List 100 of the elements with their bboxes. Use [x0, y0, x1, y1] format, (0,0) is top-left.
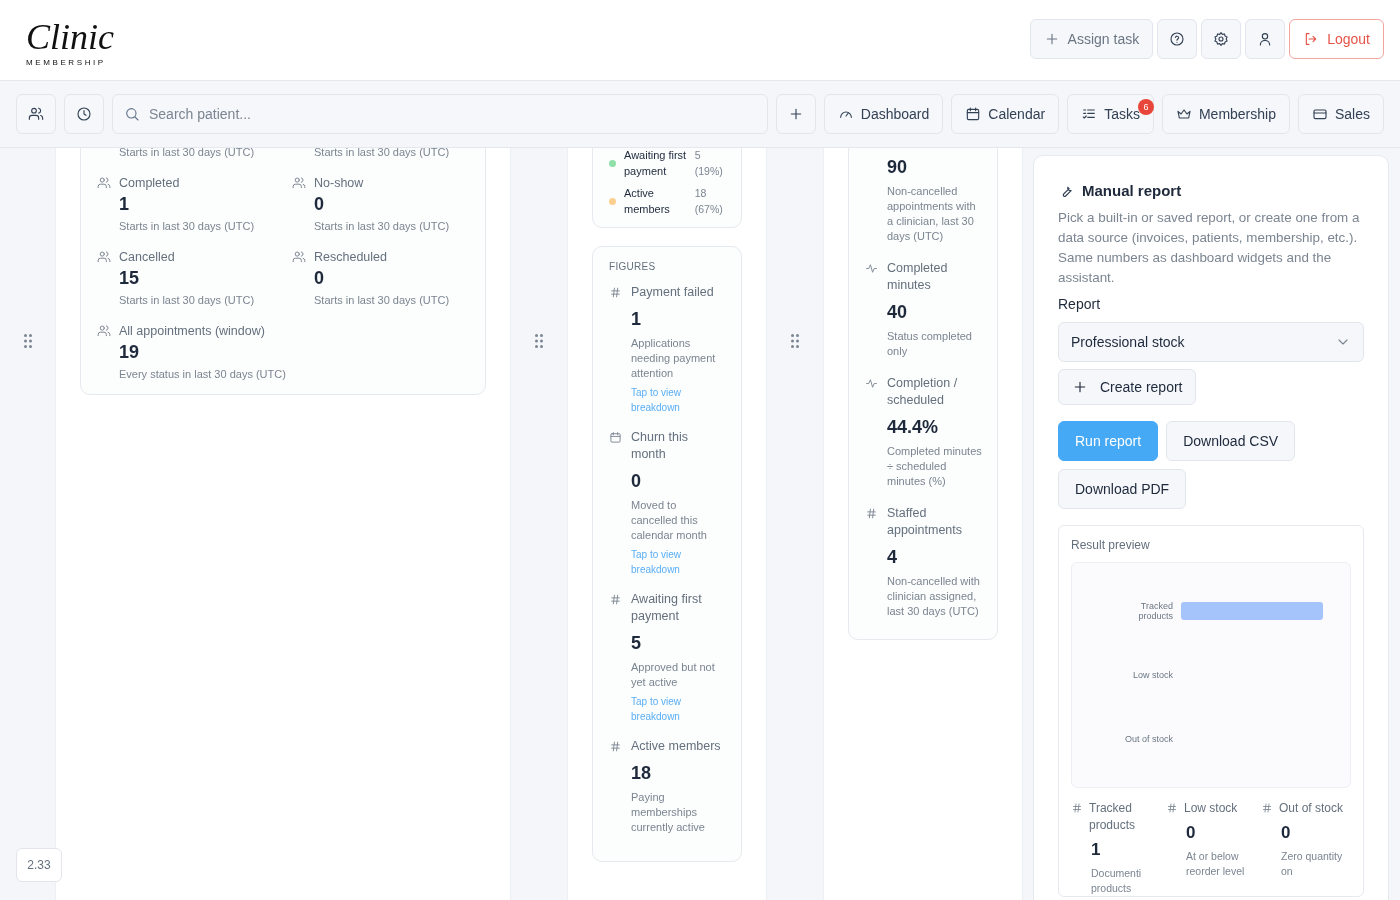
calendar-icon: [965, 106, 982, 122]
metric-note: Moved to cancelled this calendar month: [631, 498, 708, 543]
drag-handle-icon[interactable]: [791, 334, 799, 348]
metric-label: Completed: [119, 176, 180, 190]
metric-value: 1: [631, 309, 641, 330]
section-heading: FIGURES: [609, 261, 657, 272]
metric-value: 0: [314, 268, 325, 289]
metric-value: 18: [631, 763, 652, 784]
metric-note: Starts in last 30 days (UTC): [314, 293, 451, 308]
hash-icon: [609, 740, 622, 753]
metric-label: Churn this month: [631, 429, 689, 463]
metric-label: Cancelled: [119, 250, 175, 264]
drag-handle-icon[interactable]: [535, 334, 543, 348]
logo-tagline: MEMBERSHIP: [26, 57, 106, 67]
category-label: Out of stock: [1124, 734, 1173, 744]
people-icon: [97, 176, 111, 190]
metric-value: 15: [119, 268, 141, 289]
nav-tab[interactable]: Calendar: [951, 94, 1060, 134]
hash-icon: [1071, 802, 1083, 814]
stat-label: Low stock: [1184, 800, 1238, 817]
metric-label: Completion / scheduled: [887, 375, 959, 409]
create-report-button[interactable]: Create report: [1058, 369, 1197, 405]
search-field[interactable]: Search patient...: [112, 94, 768, 134]
metric-value: 1: [119, 194, 130, 215]
metric-note: Applications needing payment attention: [631, 336, 717, 381]
metric-label: Staffed appointments: [887, 505, 964, 539]
version-badge: 2.33: [16, 848, 62, 882]
hash-icon: [1261, 802, 1273, 814]
calendar-icon: [609, 431, 622, 444]
card-icon: [1311, 106, 1328, 122]
metric-label: Awaiting first payment: [631, 591, 703, 625]
metric-value: 4: [887, 547, 897, 568]
people-icon: [292, 176, 306, 190]
user-button[interactable]: [1245, 19, 1286, 59]
nav-tab[interactable]: Membership: [1161, 94, 1290, 134]
help-button[interactable]: [1157, 19, 1198, 59]
logout-button[interactable]: Logout: [1289, 19, 1384, 59]
field-label: Report: [1058, 296, 1102, 312]
metric-value: 90: [887, 157, 908, 178]
people-icon: [292, 250, 306, 264]
panel-title: Manual report: [1082, 182, 1182, 199]
metric-note: Completed minutes ÷ scheduled minutes (%): [887, 444, 983, 489]
plus-icon: [1072, 379, 1088, 395]
metric-note: Starts in last 30 days (UTC): [119, 293, 256, 308]
nav-tab[interactable]: Tasks 6: [1067, 94, 1154, 134]
settings-icon: [1213, 31, 1230, 47]
metric-label: All appointments (window): [119, 324, 265, 338]
assign-task-button[interactable]: Assign task: [1029, 19, 1154, 59]
stat-label: Tracked products: [1089, 800, 1137, 834]
metric-label: Active members: [631, 738, 721, 755]
metric-value: 44.4%: [887, 417, 939, 438]
help-icon: [1169, 31, 1186, 47]
download-button[interactable]: Download CSV: [1166, 421, 1296, 461]
category-label: Tracked products: [1138, 601, 1173, 621]
metric-note: Non-cancelled appointments with a clinician, last 30 days (UTC): [887, 184, 977, 244]
metric-note: Paying memberships currently active: [631, 790, 706, 835]
metric-note: Approved but not yet active: [631, 660, 716, 690]
people-icon: [97, 250, 111, 264]
logo-wordmark: Clinic: [26, 17, 114, 56]
logo[interactable]: Clinic MEMBERSHIP: [26, 13, 114, 67]
add-button[interactable]: [775, 94, 816, 134]
panel-description: Pick a built-in or saved report, or create one from a data source (invoices, patients, membership, etc.). Same numbers as dashboard widgets and the assistant.: [1058, 209, 1361, 287]
metric-value: 19: [119, 342, 141, 363]
metric-note: Starts in last 30 days (UTC): [119, 148, 256, 160]
metric-note: Status completed only: [887, 329, 973, 359]
metric-note: Starts in last 30 days (UTC): [314, 148, 451, 160]
legend-label: Awaiting first payment: [624, 148, 687, 179]
metric-note: Every status in last 30 days (UTC): [119, 367, 287, 382]
download-button[interactable]: Download PDF: [1058, 469, 1187, 509]
clock-button[interactable]: [64, 94, 104, 134]
stat-value: 0: [1281, 823, 1292, 843]
hash-icon: [609, 286, 622, 299]
settings-button[interactable]: [1201, 19, 1242, 59]
metric-label: Completed minutes: [887, 260, 949, 294]
checklist-icon: [1081, 106, 1098, 122]
nav-tab[interactable]: Dashboard: [823, 94, 944, 134]
nav-tab[interactable]: Sales: [1297, 94, 1384, 134]
hash-icon: [865, 507, 878, 520]
pulse-icon: [865, 262, 878, 275]
drag-handle-icon[interactable]: [23, 334, 32, 348]
stat-note: At or below reorder level: [1186, 849, 1246, 879]
stat-label: Out of stock: [1279, 800, 1344, 817]
stat-note: Zero quantity on: [1281, 849, 1343, 879]
legend-value: 18 (67%): [694, 186, 724, 217]
metric-value: 5: [631, 633, 641, 654]
preview-title: Result preview: [1071, 538, 1151, 552]
metric-note: Starts in last 30 days (UTC): [314, 219, 451, 234]
metric-note: Non-cancelled with clinician assigned, last 30 days (UTC): [887, 574, 981, 619]
people-icon: [28, 106, 44, 122]
clock-icon: [76, 106, 92, 122]
stat-note: Documenti products: [1091, 866, 1143, 896]
metric-label: No-show: [314, 176, 364, 190]
report-select[interactable]: Professional stock: [1058, 322, 1364, 362]
legend-value: 5 (19%): [694, 148, 724, 179]
metric-value: 40: [887, 302, 908, 323]
stat-value: 0: [1186, 823, 1197, 843]
people-button[interactable]: [16, 94, 56, 134]
metric-label: Payment failed: [631, 284, 714, 301]
category-label: Low stock: [1132, 670, 1173, 680]
metric-value: 0: [631, 471, 641, 492]
